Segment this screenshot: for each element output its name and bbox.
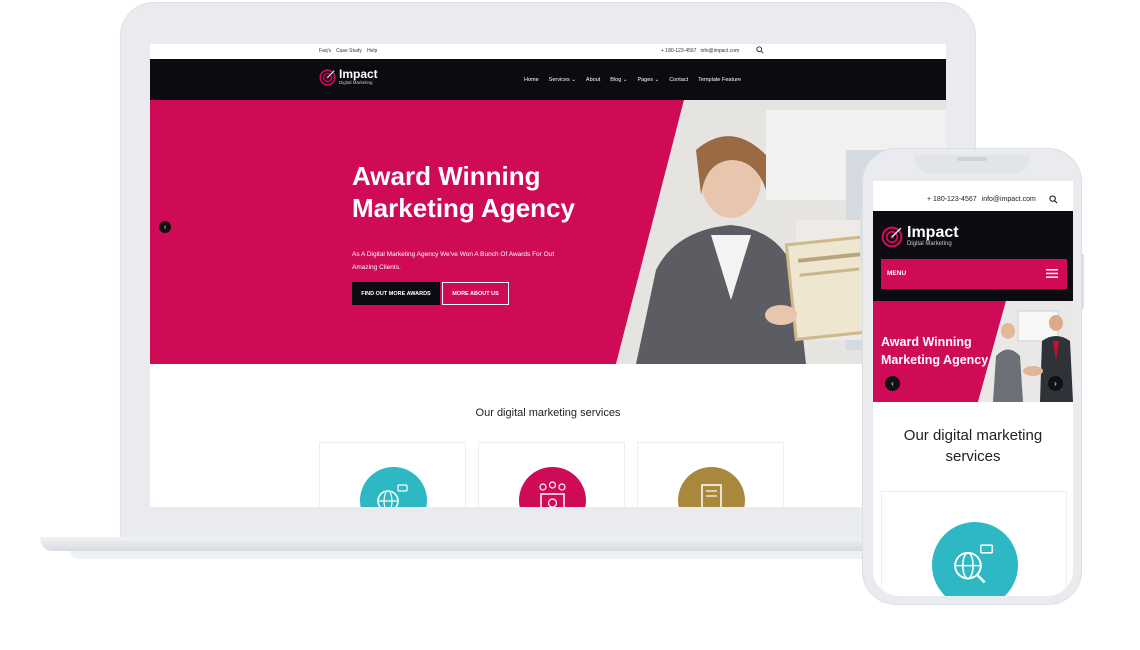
- phone-speaker: [957, 157, 987, 161]
- nav-item-services[interactable]: Services ⌄: [549, 77, 576, 83]
- topbar-phone: + 180-123-4567: [661, 48, 697, 54]
- mobile-topbar-contact: + 180-123-4567 info@impact.com: [927, 196, 1036, 203]
- search-icon[interactable]: [756, 46, 764, 54]
- more-about-us-button[interactable]: MORE ABOUT US: [442, 282, 509, 305]
- desktop-topbar: Faq's Case Study Help + 180-123-4567 inf…: [150, 44, 946, 59]
- mobile-logo-tagline: Digital Marketing: [907, 241, 952, 247]
- slider-prev-arrow-icon[interactable]: ‹: [885, 376, 900, 391]
- service-circle: [932, 522, 1018, 596]
- mobile-site-logo[interactable]: Impact Digital Marketing: [881, 225, 959, 248]
- mobile-services-title: Our digital marketing services: [903, 427, 1043, 465]
- mobile-topbar-phone: + 180-123-4567: [927, 196, 977, 203]
- chevron-down-icon: ⌄: [571, 77, 576, 83]
- find-out-more-awards-button[interactable]: FIND OUT MORE AWARDS: [352, 282, 440, 305]
- service-card[interactable]: [478, 442, 625, 507]
- nav-item-pages-label: Pages: [637, 77, 654, 83]
- phone-side-button: [860, 209, 863, 261]
- slider-prev-arrow-icon[interactable]: ‹: [159, 221, 171, 233]
- hero-title-line-1: Award Winning: [352, 161, 541, 191]
- mobile-navbar: Impact Digital Marketing MENU: [873, 211, 1073, 301]
- hero-subtitle-line-2: Amazing Clients.: [352, 264, 401, 271]
- mobile-hero-slider: Award Winning Marketing Agency ‹ ›: [873, 301, 1073, 402]
- mobile-service-card[interactable]: [881, 491, 1067, 596]
- hero-title: Award Winning Marketing Agency: [352, 160, 612, 224]
- target-logo-icon: [319, 69, 336, 86]
- nav-item-about[interactable]: About: [586, 77, 600, 83]
- service-circle: [678, 467, 745, 507]
- slider-next-arrow-icon[interactable]: ›: [1048, 376, 1063, 391]
- mobile-menu-label: MENU: [887, 270, 907, 277]
- nav-item-contact[interactable]: Contact: [669, 77, 688, 83]
- desktop-navbar: Impact Digital Marketing Home Services ⌄…: [150, 59, 946, 100]
- service-card[interactable]: [319, 442, 466, 507]
- hero-subtitle-line-1: As A Digital Marketing Agency We've Won …: [352, 251, 555, 258]
- site-logo[interactable]: Impact Digital Marketing: [319, 67, 378, 86]
- service-circle: [360, 467, 427, 507]
- mobile-screen: + 180-123-4567 info@impact.com Impact Di…: [873, 181, 1073, 596]
- topbar-link-case-study[interactable]: Case Study: [336, 48, 362, 54]
- topbar-link-help[interactable]: Help: [367, 48, 377, 54]
- main-nav: Home Services ⌄ About Blog ⌄ Pages ⌄ Con…: [524, 77, 741, 83]
- phone-frame: + 180-123-4567 info@impact.com Impact Di…: [860, 148, 1084, 605]
- chevron-down-icon: ⌄: [654, 77, 660, 83]
- global-search-icon: [954, 544, 994, 584]
- strategy-icon: [539, 481, 566, 507]
- hero-slider: Award Winning Marketing Agency As A Digi…: [150, 100, 946, 364]
- desktop-screen: Faq's Case Study Help + 180-123-4567 inf…: [150, 44, 946, 507]
- mobile-hero-title-line-2: Marketing Agency: [881, 353, 989, 367]
- nav-item-pages[interactable]: Pages ⌄: [637, 77, 659, 83]
- mobile-menu-toggle[interactable]: MENU: [881, 259, 1067, 289]
- nav-item-template-feature[interactable]: Template Feature: [698, 77, 741, 83]
- chevron-down-icon: ⌄: [622, 77, 628, 83]
- nav-item-blog[interactable]: Blog ⌄: [610, 77, 627, 83]
- logo-name: Impact: [339, 67, 378, 81]
- topbar-links: Faq's Case Study Help: [319, 48, 377, 54]
- nav-item-blog-label: Blog: [610, 77, 622, 83]
- mobile-topbar: + 180-123-4567 info@impact.com: [873, 181, 1073, 211]
- mobile-topbar-email[interactable]: info@impact.com: [982, 196, 1036, 203]
- mobile-logo-name: Impact: [907, 224, 959, 241]
- global-search-icon: [377, 484, 408, 507]
- mobile-hero-title: Award Winning Marketing Agency: [881, 333, 1001, 369]
- hero-subtitle: As A Digital Marketing Agency We've Won …: [352, 248, 562, 274]
- topbar-email[interactable]: info@impact.com: [700, 48, 739, 54]
- target-logo-icon: [881, 226, 903, 247]
- topbar-contact: + 180-123-4567 info@impact.com: [661, 48, 739, 54]
- nav-item-home[interactable]: Home: [524, 77, 539, 83]
- services-section-title: Our digital marketing services: [475, 407, 621, 419]
- search-icon[interactable]: [1049, 195, 1058, 204]
- service-circle: [519, 467, 586, 507]
- mobile-hero-title-line-1: Award Winning: [881, 335, 972, 349]
- hamburger-icon: [1046, 269, 1058, 278]
- phone-side-button: [1081, 254, 1084, 309]
- analytics-icon: [701, 484, 722, 507]
- logo-tagline: Digital Marketing: [339, 80, 373, 85]
- service-card[interactable]: [637, 442, 784, 507]
- nav-item-services-label: Services: [548, 77, 570, 83]
- hero-title-line-2: Marketing Agency: [352, 193, 575, 223]
- topbar-link-faqs[interactable]: Faq's: [319, 48, 331, 54]
